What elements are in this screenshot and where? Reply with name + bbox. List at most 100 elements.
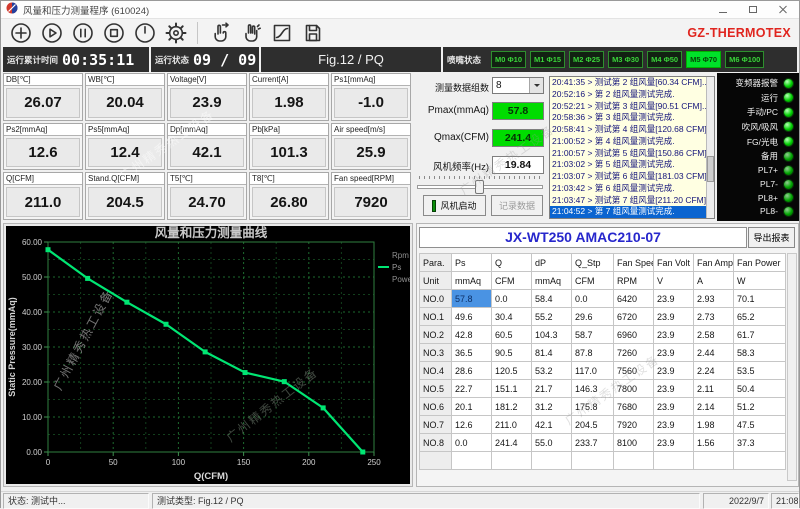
table-cell[interactable]: 29.6 <box>572 308 614 326</box>
table-cell[interactable]: 51.2 <box>734 398 786 416</box>
freq-slider[interactable] <box>417 185 543 189</box>
table-cell[interactable]: 58.3 <box>734 344 786 362</box>
nozzle-button[interactable]: M5 Φ70 <box>686 51 721 68</box>
table-cell[interactable]: 81.4 <box>532 344 572 362</box>
table-cell[interactable]: 120.5 <box>492 362 532 380</box>
table-cell[interactable]: 58.7 <box>572 326 614 344</box>
table-cell[interactable]: 241.4 <box>492 434 532 452</box>
settings-button[interactable] <box>160 20 191 46</box>
minimize-button[interactable] <box>712 3 734 17</box>
table-cell[interactable]: 1.56 <box>694 434 734 452</box>
table-cell[interactable]: 146.3 <box>572 380 614 398</box>
maximize-button[interactable] <box>742 3 764 17</box>
table-cell[interactable]: 2.44 <box>694 344 734 362</box>
curve-button[interactable] <box>266 20 297 46</box>
record-data-button[interactable]: 记录数据 <box>491 195 543 216</box>
add-button[interactable] <box>5 20 36 46</box>
table-cell[interactable]: 204.5 <box>572 416 614 434</box>
table-cell[interactable]: 65.2 <box>734 308 786 326</box>
log-entry[interactable]: 20:52:16 > 第 2 组风量测试完成. <box>550 89 714 101</box>
nozzle-button[interactable]: M1 Φ15 <box>530 51 565 68</box>
manual-mode-button[interactable] <box>204 20 235 46</box>
table-cell[interactable]: 2.11 <box>694 380 734 398</box>
groups-combobox[interactable]: 8 <box>492 77 544 94</box>
table-cell[interactable]: 7680 <box>614 398 654 416</box>
table-cell[interactable]: 0.0 <box>572 290 614 308</box>
table-cell[interactable]: 37.3 <box>734 434 786 452</box>
table-cell[interactable]: 87.8 <box>572 344 614 362</box>
log-entry[interactable]: 20:58:36 > 第 3 组风量测试完成. <box>550 112 714 124</box>
table-cell[interactable]: 2.58 <box>694 326 734 344</box>
table-cell[interactable]: 7800 <box>614 380 654 398</box>
table-cell[interactable]: 12.6 <box>452 416 492 434</box>
table-cell[interactable]: 55.0 <box>532 434 572 452</box>
power-button[interactable] <box>129 20 160 46</box>
table-cell[interactable]: 47.5 <box>734 416 786 434</box>
table-cell[interactable]: 53.5 <box>734 362 786 380</box>
table-cell[interactable]: 30.4 <box>492 308 532 326</box>
chevron-down-icon[interactable] <box>529 78 543 93</box>
table-cell[interactable]: 2.14 <box>694 398 734 416</box>
table-cell[interactable]: 23.9 <box>654 362 694 380</box>
table-cell[interactable]: 7260 <box>614 344 654 362</box>
table-cell[interactable]: 23.9 <box>654 290 694 308</box>
table-cell[interactable]: 49.6 <box>452 308 492 326</box>
table-cell[interactable]: 181.2 <box>492 398 532 416</box>
table-cell[interactable]: 0.0 <box>452 434 492 452</box>
table-cell[interactable]: 42.8 <box>452 326 492 344</box>
table-cell[interactable]: 23.9 <box>654 326 694 344</box>
table-cell[interactable]: 23.9 <box>654 398 694 416</box>
table-cell[interactable]: 2.93 <box>694 290 734 308</box>
slider-thumb[interactable] <box>475 180 484 194</box>
nozzle-button[interactable]: M0 Φ10 <box>491 51 526 68</box>
log-panel[interactable]: 20:41:35 > 测试第 2 组风量[60.34 CFM]...20:52:… <box>549 76 715 219</box>
log-entry[interactable]: 21:03:47 > 测试第 7 组风量[211.20 CFM]... <box>550 195 714 207</box>
table-cell[interactable]: 2.24 <box>694 362 734 380</box>
table-cell[interactable]: 104.3 <box>532 326 572 344</box>
log-entry[interactable]: 21:03:02 > 第 5 组风量测试完成. <box>550 159 714 171</box>
log-scrollbar[interactable] <box>706 77 714 218</box>
table-cell[interactable]: 233.7 <box>572 434 614 452</box>
table-cell[interactable]: 60.5 <box>492 326 532 344</box>
table-cell[interactable]: 2.73 <box>694 308 734 326</box>
jog-mode-button[interactable] <box>235 20 266 46</box>
table-cell[interactable]: 70.1 <box>734 290 786 308</box>
table-cell[interactable]: 175.8 <box>572 398 614 416</box>
table-cell[interactable]: 42.1 <box>532 416 572 434</box>
pause-button[interactable] <box>67 20 98 46</box>
fan-start-button[interactable]: 风机启动 <box>423 195 486 216</box>
table-cell[interactable]: 36.5 <box>452 344 492 362</box>
table-cell[interactable]: 7920 <box>614 416 654 434</box>
table-cell[interactable]: 23.9 <box>654 344 694 362</box>
log-entry[interactable]: 21:00:52 > 第 4 组风量测试完成. <box>550 136 714 148</box>
table-cell[interactable]: 211.0 <box>492 416 532 434</box>
log-entry[interactable]: 20:52:21 > 测试第 3 组风量[90.51 CFM]... <box>550 101 714 113</box>
table-cell[interactable]: 53.2 <box>532 362 572 380</box>
table-cell[interactable]: 1.98 <box>694 416 734 434</box>
table-cell[interactable]: 21.7 <box>532 380 572 398</box>
table-cell[interactable]: 50.4 <box>734 380 786 398</box>
table-cell[interactable]: 6960 <box>614 326 654 344</box>
table-cell[interactable]: 151.1 <box>492 380 532 398</box>
start-button[interactable] <box>36 20 67 46</box>
log-entry[interactable]: 20:41:35 > 测试第 2 组风量[60.34 CFM]... <box>550 77 714 89</box>
table-cell[interactable]: 58.4 <box>532 290 572 308</box>
log-entry[interactable]: 21:03:42 > 第 6 组风量测试完成. <box>550 183 714 195</box>
log-entry[interactable]: 20:58:41 > 测试第 4 组风量[120.68 CFM]... <box>550 124 714 136</box>
save-button[interactable] <box>297 20 328 46</box>
log-scrollbar-thumb[interactable] <box>707 156 714 182</box>
table-cell[interactable]: 61.7 <box>734 326 786 344</box>
table-cell[interactable]: 22.7 <box>452 380 492 398</box>
nozzle-button[interactable]: M2 Φ25 <box>569 51 604 68</box>
table-scrollbar[interactable] <box>787 253 797 481</box>
log-entry[interactable]: 21:00:57 > 测试第 5 组风量[150.86 CFM]... <box>550 148 714 160</box>
table-cell[interactable]: 23.9 <box>654 434 694 452</box>
table-cell[interactable]: 31.2 <box>532 398 572 416</box>
table-cell[interactable]: 23.9 <box>654 308 694 326</box>
table-cell[interactable]: 55.2 <box>532 308 572 326</box>
table-cell[interactable]: 7560 <box>614 362 654 380</box>
nozzle-button[interactable]: M4 Φ50 <box>647 51 682 68</box>
nozzle-button[interactable]: M3 Φ30 <box>608 51 643 68</box>
table-cell[interactable]: 23.9 <box>654 380 694 398</box>
table-cell[interactable]: 6720 <box>614 308 654 326</box>
